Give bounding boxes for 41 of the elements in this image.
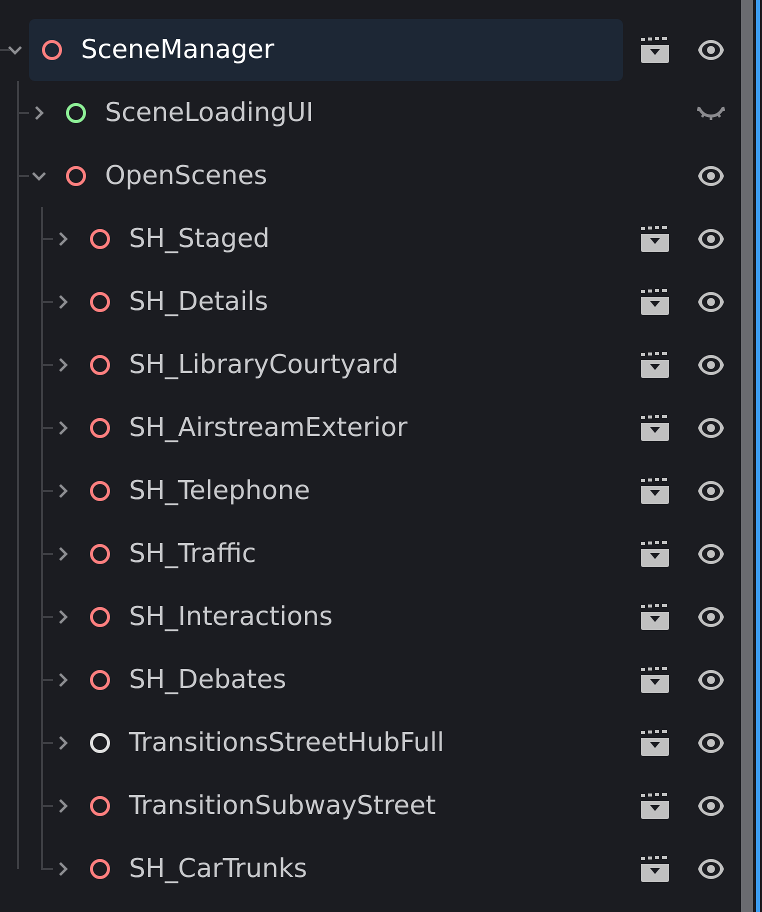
clapperboard-icon[interactable] <box>641 478 669 504</box>
tree-item[interactable]: SceneManager <box>29 18 623 80</box>
eye-icon[interactable] <box>697 38 725 62</box>
clapperboard-icon[interactable] <box>641 288 669 314</box>
tree-item[interactable]: SH_CarTrunks <box>77 838 623 900</box>
tree-item[interactable]: SH_Telephone <box>77 460 623 522</box>
clapperboard-icon[interactable] <box>641 352 669 378</box>
clapperboard-icon[interactable] <box>641 666 669 692</box>
clapperboard-icon[interactable] <box>641 604 669 630</box>
tree-item[interactable]: SH_Staged <box>77 208 623 270</box>
eye-icon[interactable] <box>697 478 725 502</box>
tree-item[interactable]: TransitionSubwayStreet <box>77 774 623 836</box>
eye-icon[interactable] <box>697 352 725 376</box>
clapperboard-icon[interactable] <box>641 730 669 756</box>
eye-icon[interactable] <box>697 226 725 250</box>
clapperboard-icon[interactable] <box>641 792 669 818</box>
clapperboard-icon[interactable] <box>641 226 669 252</box>
eye-icon[interactable] <box>697 604 725 628</box>
eye-icon[interactable] <box>697 668 725 692</box>
tree-item[interactable]: SH_AirstreamExterior <box>77 396 623 458</box>
clapperboard-icon[interactable] <box>641 36 669 62</box>
clapperboard-icon[interactable] <box>641 540 669 566</box>
eye-icon[interactable] <box>697 416 725 440</box>
tree-item[interactable]: SH_Debates <box>77 648 623 710</box>
tree-item[interactable]: TransitionsStreetHubFull <box>77 712 623 774</box>
eye-icon[interactable] <box>697 290 725 314</box>
clapperboard-icon[interactable] <box>641 856 669 882</box>
tree-item[interactable]: SH_Interactions <box>77 586 623 648</box>
tree-item[interactable]: SH_LibraryCourtyard <box>77 334 623 396</box>
scrollbar[interactable] <box>741 0 753 912</box>
eye-icon[interactable] <box>697 856 725 880</box>
tree-item[interactable]: SH_Details <box>77 270 623 332</box>
tree-item[interactable]: OpenScenes <box>53 144 623 206</box>
tree-item[interactable]: SceneLoadingUI <box>53 82 623 144</box>
tree-item[interactable]: SH_Traffic <box>77 522 623 584</box>
eye-icon[interactable] <box>697 164 725 188</box>
closed-eye-icon[interactable] <box>697 104 725 120</box>
eye-icon[interactable] <box>697 794 725 818</box>
clapperboard-icon[interactable] <box>641 414 669 440</box>
eye-icon[interactable] <box>697 730 725 754</box>
eye-icon[interactable] <box>697 542 725 566</box>
